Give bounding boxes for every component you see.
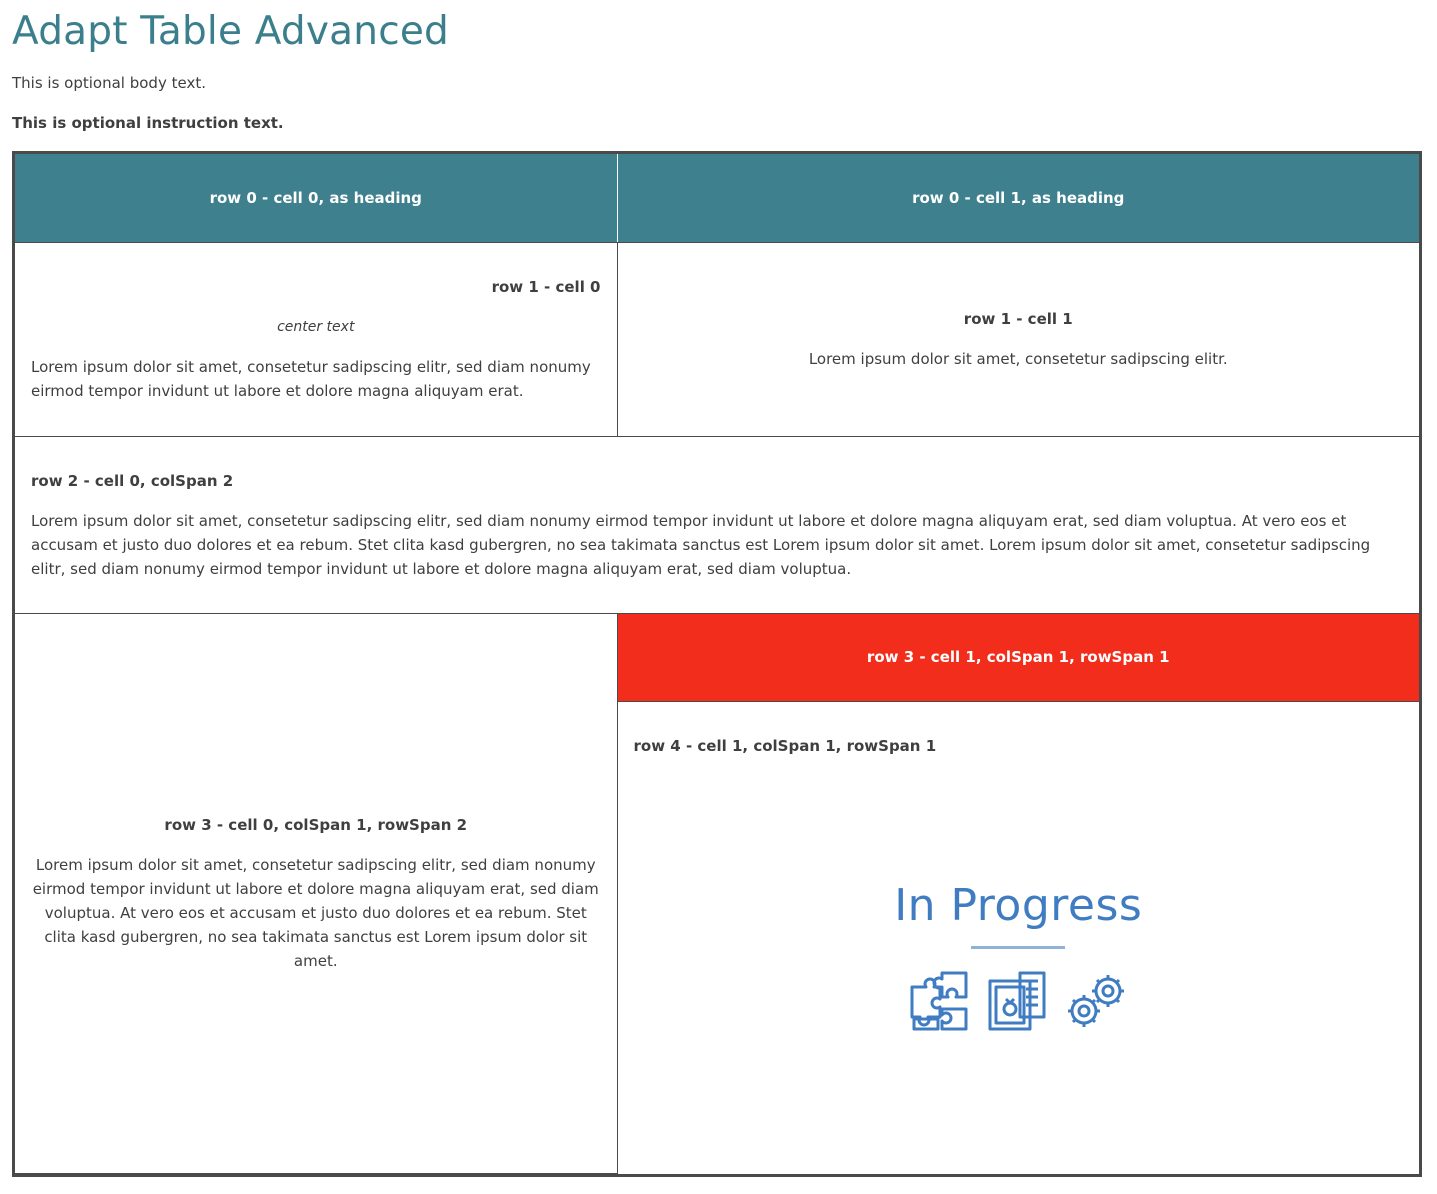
row1-cell1-text: Lorem ipsum dolor sit amet, consetetur s…	[808, 350, 1228, 368]
row1-cell0-text: Lorem ipsum dolor sit amet, consetetur s…	[31, 358, 591, 400]
gears-icon	[1068, 974, 1125, 1027]
row3-cell0-text: Lorem ipsum dolor sit amet, consetetur s…	[32, 856, 599, 971]
adapt-table: row 0 - cell 0, as heading row 0 - cell …	[12, 151, 1422, 1177]
row2-cell0-title: row 2 - cell 0, colSpan 2	[31, 471, 234, 490]
page-title: Adapt Table Advanced	[12, 9, 449, 54]
in-progress-image: In Progress	[883, 878, 1153, 1033]
table-row-0: row 0 - cell 0, as heading row 0 - cell …	[15, 154, 1419, 243]
body-text: This is optional body text.	[12, 74, 206, 92]
row3-cell1: row 3 - cell 1, colSpan 1, rowSpan 1	[616, 612, 1419, 702]
row4-cell1: row 4 - cell 1, colSpan 1, rowSpan 1 In …	[617, 700, 1419, 1174]
table-row-1: row 1 - cell 0 center text Lorem ipsum d…	[15, 241, 1419, 437]
row4-cell1-title: row 4 - cell 1, colSpan 1, rowSpan 1	[633, 736, 937, 755]
header-cell-1: row 0 - cell 1, as heading	[616, 154, 1419, 243]
row3-cell0: row 3 - cell 0, colSpan 1, rowSpan 2 Lor…	[15, 612, 618, 1174]
document-stamp-icon	[988, 971, 1046, 1030]
row1-cell1: row 1 - cell 1 Lorem ipsum dolor sit ame…	[616, 241, 1419, 437]
in-progress-icons	[883, 969, 1153, 1033]
header-cell-0: row 0 - cell 0, as heading	[15, 154, 618, 243]
puzzle-icon	[910, 971, 968, 1030]
in-progress-text: In Progress	[894, 879, 1143, 931]
row1-cell0-title: row 1 - cell 0	[491, 278, 601, 296]
table: row 0 - cell 0, as heading row 0 - cell …	[15, 154, 1419, 1174]
in-progress-divider	[971, 945, 1066, 949]
instruction-text: This is optional instruction text.	[12, 114, 284, 132]
page: Adapt Table Advanced This is optional bo…	[0, 0, 1437, 1194]
table-row-3: row 3 - cell 0, colSpan 1, rowSpan 2 Lor…	[15, 612, 1419, 1174]
table-row-2: row 2 - cell 0, colSpan 2 Lorem ipsum do…	[15, 435, 1419, 614]
row1-cell0: row 1 - cell 0 center text Lorem ipsum d…	[15, 241, 618, 437]
row1-cell1-title: row 1 - cell 1	[963, 310, 1073, 328]
row2-cell0-text: Lorem ipsum dolor sit amet, consetetur s…	[31, 511, 1371, 578]
row1-cell0-center-text: center text	[277, 319, 355, 335]
row2-cell0: row 2 - cell 0, colSpan 2 Lorem ipsum do…	[15, 435, 1419, 614]
row3-cell0-title: row 3 - cell 0, colSpan 1, rowSpan 2	[164, 816, 468, 835]
